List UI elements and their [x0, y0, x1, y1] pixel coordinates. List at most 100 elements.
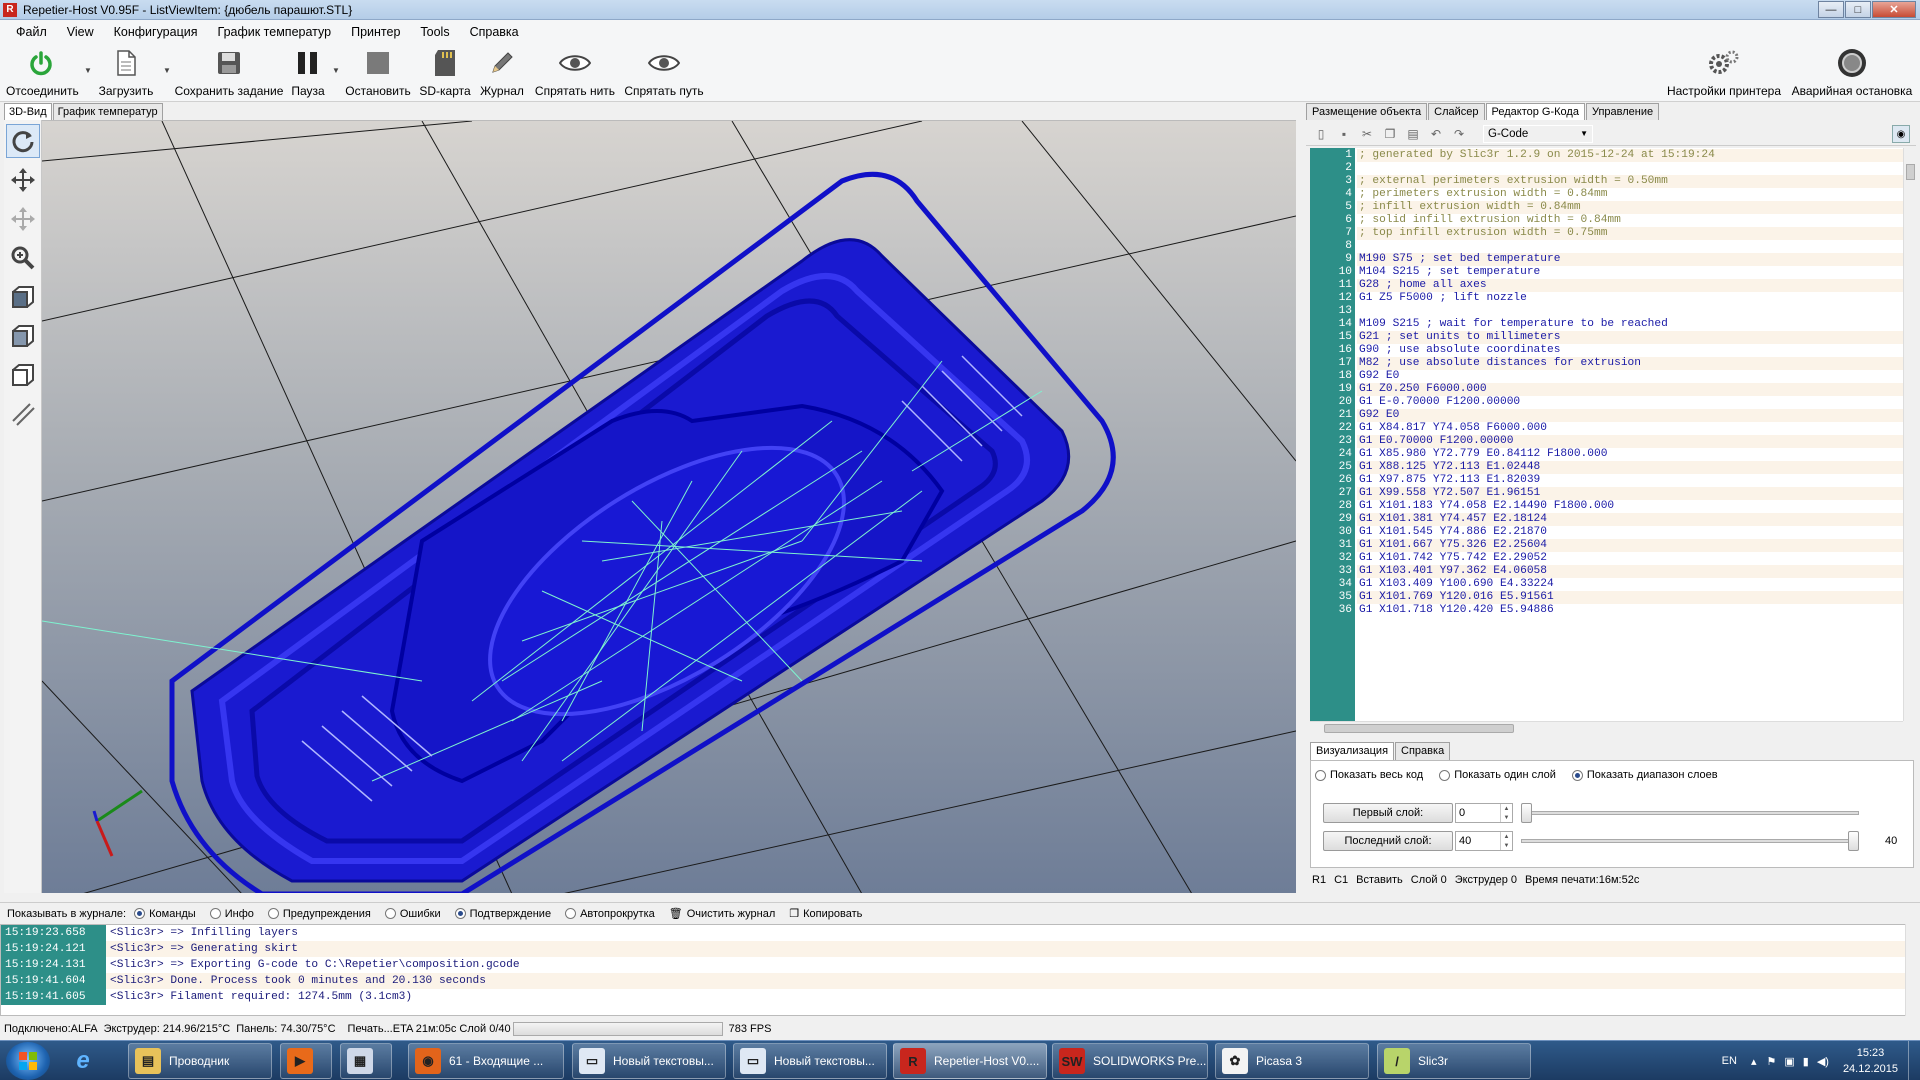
printer-settings-button[interactable]: Настройки принтера — [1664, 48, 1784, 98]
emergency-stop-button[interactable]: Аварийная остановка — [1790, 48, 1914, 98]
taskbar-item[interactable]: ▶ — [280, 1043, 332, 1079]
pause-button[interactable]: Пауза — [288, 48, 328, 98]
last-layer-slider-thumb[interactable] — [1848, 831, 1859, 851]
rotate-view-button[interactable] — [6, 124, 40, 158]
hide-path-button[interactable]: Спрятать путь — [622, 48, 706, 98]
radio-show-one-layer[interactable]: Показать один слой — [1439, 769, 1556, 781]
view-iso-button[interactable] — [6, 280, 40, 314]
move-arrows-icon — [11, 168, 35, 192]
log-toggle-confirm[interactable]: Подтверждение — [454, 908, 551, 920]
magnifier-icon — [11, 246, 35, 270]
log-area[interactable]: 15:19:23.658 <Slic3r> => Infilling layers… — [0, 924, 1906, 1016]
clock[interactable]: 15:23 24.12.2015 — [1843, 1045, 1898, 1077]
spinner-arrows-icon[interactable]: ▲ ▼ — [1500, 832, 1512, 850]
taskbar-item[interactable]: ◉ 61 - Входящие ... — [408, 1043, 564, 1079]
minimize-button[interactable]: — — [1818, 1, 1844, 18]
show-desktop-button[interactable] — [1908, 1041, 1920, 1080]
copy-log-button[interactable]: ❐ Копировать — [789, 907, 862, 921]
taskbar-ie[interactable]: e — [64, 1043, 108, 1079]
first-layer-slider[interactable] — [1521, 811, 1859, 815]
windows-logo-icon — [19, 1052, 37, 1070]
line-number: 17 — [1310, 357, 1355, 370]
taskbar-item[interactable]: R Repetier-Host V0.... — [893, 1043, 1047, 1079]
log-vertical-scrollbar[interactable] — [1905, 924, 1919, 1016]
last-layer-slider[interactable] — [1521, 839, 1859, 843]
3d-viewport[interactable] — [42, 120, 1296, 893]
taskbar-item[interactable]: ✿ Picasa 3 — [1215, 1043, 1369, 1079]
copy-icon[interactable]: ❐ — [1381, 125, 1399, 143]
taskbar-item[interactable]: ▭ Новый текстовы... — [572, 1043, 726, 1079]
tab-visualization[interactable]: Визуализация — [1310, 742, 1395, 760]
taskbar-item[interactable]: / Slic3r — [1377, 1043, 1531, 1079]
hide-filament-button[interactable]: Спрятать нить — [534, 48, 616, 98]
parallel-view-button[interactable] — [6, 397, 40, 431]
load-button[interactable]: Загрузить — [96, 48, 156, 98]
start-button[interactable] — [6, 1042, 50, 1080]
tab-3d-view[interactable]: 3D-Вид — [4, 103, 52, 120]
menu-config[interactable]: Конфигурация — [104, 25, 208, 39]
load-dropdown-icon[interactable]: ▼ — [163, 66, 171, 75]
volume-icon[interactable]: ◀) — [1817, 1055, 1829, 1068]
tab-gcode-editor[interactable]: Редактор G-Кода — [1485, 103, 1585, 120]
zoom-button[interactable] — [6, 241, 40, 275]
log-toggle-warnings[interactable]: Предупреждения — [267, 908, 371, 920]
disconnect-dropdown-icon[interactable]: ▼ — [84, 66, 92, 75]
log-toggle-commands[interactable]: Команды — [134, 908, 196, 920]
tab-temp-graph[interactable]: График температур — [52, 103, 163, 120]
menu-temp-graph[interactable]: График температур — [208, 25, 342, 39]
menu-tools[interactable]: Tools — [410, 25, 459, 39]
spinner-arrows-icon[interactable]: ▲ ▼ — [1500, 804, 1512, 822]
move-object-button[interactable] — [6, 202, 40, 236]
undo-icon[interactable]: ↶ — [1427, 125, 1445, 143]
menu-file[interactable]: Файл — [6, 25, 57, 39]
network-icon[interactable]: ▮ — [1803, 1055, 1809, 1068]
tab-object-placement[interactable]: Размещение объекта — [1306, 103, 1428, 120]
move-view-button[interactable] — [6, 163, 40, 197]
clear-log-button[interactable]: 🗑 Очистить журнал — [669, 907, 776, 921]
tab-control[interactable]: Управление — [1585, 103, 1660, 120]
cut-icon[interactable]: ✂ — [1358, 125, 1376, 143]
log-toggle-errors[interactable]: Ошибки — [384, 908, 441, 920]
tray-expand-icon[interactable]: ▴ — [1751, 1055, 1757, 1068]
taskbar-item[interactable]: ▦ — [340, 1043, 392, 1079]
view-top-button[interactable] — [6, 358, 40, 392]
device-icon[interactable]: ▣ — [1784, 1055, 1794, 1068]
save-icon[interactable]: ▪ — [1335, 125, 1353, 143]
code-line: 28 G1 X101.183 Y74.058 E2.14490 F1800.000 — [1310, 500, 1903, 513]
first-layer-slider-thumb[interactable] — [1521, 803, 1532, 823]
tab-help[interactable]: Справка — [1395, 742, 1451, 760]
sdcard-button[interactable]: SD-карта — [418, 48, 472, 98]
paste-icon[interactable]: ▤ — [1404, 125, 1422, 143]
last-layer-spinner[interactable]: 40 ▲ ▼ — [1455, 831, 1513, 851]
language-indicator[interactable]: EN — [1722, 1055, 1737, 1067]
radio-show-all-code[interactable]: Показать весь код — [1315, 769, 1423, 781]
gcode-editor[interactable]: 1; generated by Slic3r 1.2.9 on 2015-12-… — [1310, 148, 1903, 721]
menu-printer[interactable]: Принтер — [341, 25, 410, 39]
close-button[interactable]: ✕ — [1872, 1, 1916, 18]
log-toggle-autoscroll[interactable]: Автопрокрутка — [565, 908, 655, 920]
log-toggle-info[interactable]: Инфо — [209, 908, 254, 920]
first-layer-spinner[interactable]: 0 ▲ ▼ — [1455, 803, 1513, 823]
toggle-preview-eye-icon[interactable]: ◉ — [1892, 125, 1910, 143]
taskbar-item[interactable]: SW SOLIDWORKS Pre... — [1052, 1043, 1208, 1079]
taskbar-item[interactable]: ▭ Новый текстовы... — [733, 1043, 887, 1079]
tab-slicer[interactable]: Слайсер — [1428, 103, 1485, 120]
code-line: 25 G1 X88.125 Y72.113 E1.02448 — [1310, 461, 1903, 474]
pause-dropdown-icon[interactable]: ▼ — [332, 66, 340, 75]
redo-icon[interactable]: ↷ — [1450, 125, 1468, 143]
radio-show-layer-range[interactable]: Показать диапазон слоев — [1571, 769, 1718, 781]
stop-button[interactable]: Остановить — [344, 48, 412, 98]
menu-help[interactable]: Справка — [460, 25, 529, 39]
gcode-mode-select[interactable]: G-Code ▼ — [1483, 124, 1593, 143]
editor-horizontal-scrollbar[interactable] — [1310, 721, 1903, 735]
flag-icon[interactable]: ⚑ — [1766, 1055, 1776, 1068]
editor-vertical-scrollbar[interactable] — [1903, 148, 1917, 721]
save-job-button[interactable]: Сохранить задание — [174, 48, 284, 98]
disconnect-button[interactable]: Отсоединить — [6, 48, 79, 98]
maximize-button[interactable]: □ — [1845, 1, 1871, 18]
taskbar-item[interactable]: ▤ Проводник — [128, 1043, 272, 1079]
menu-view[interactable]: View — [57, 25, 104, 39]
view-front-button[interactable] — [6, 319, 40, 353]
new-file-icon[interactable]: ▯ — [1312, 125, 1330, 143]
log-button[interactable]: Журнал — [476, 48, 528, 98]
